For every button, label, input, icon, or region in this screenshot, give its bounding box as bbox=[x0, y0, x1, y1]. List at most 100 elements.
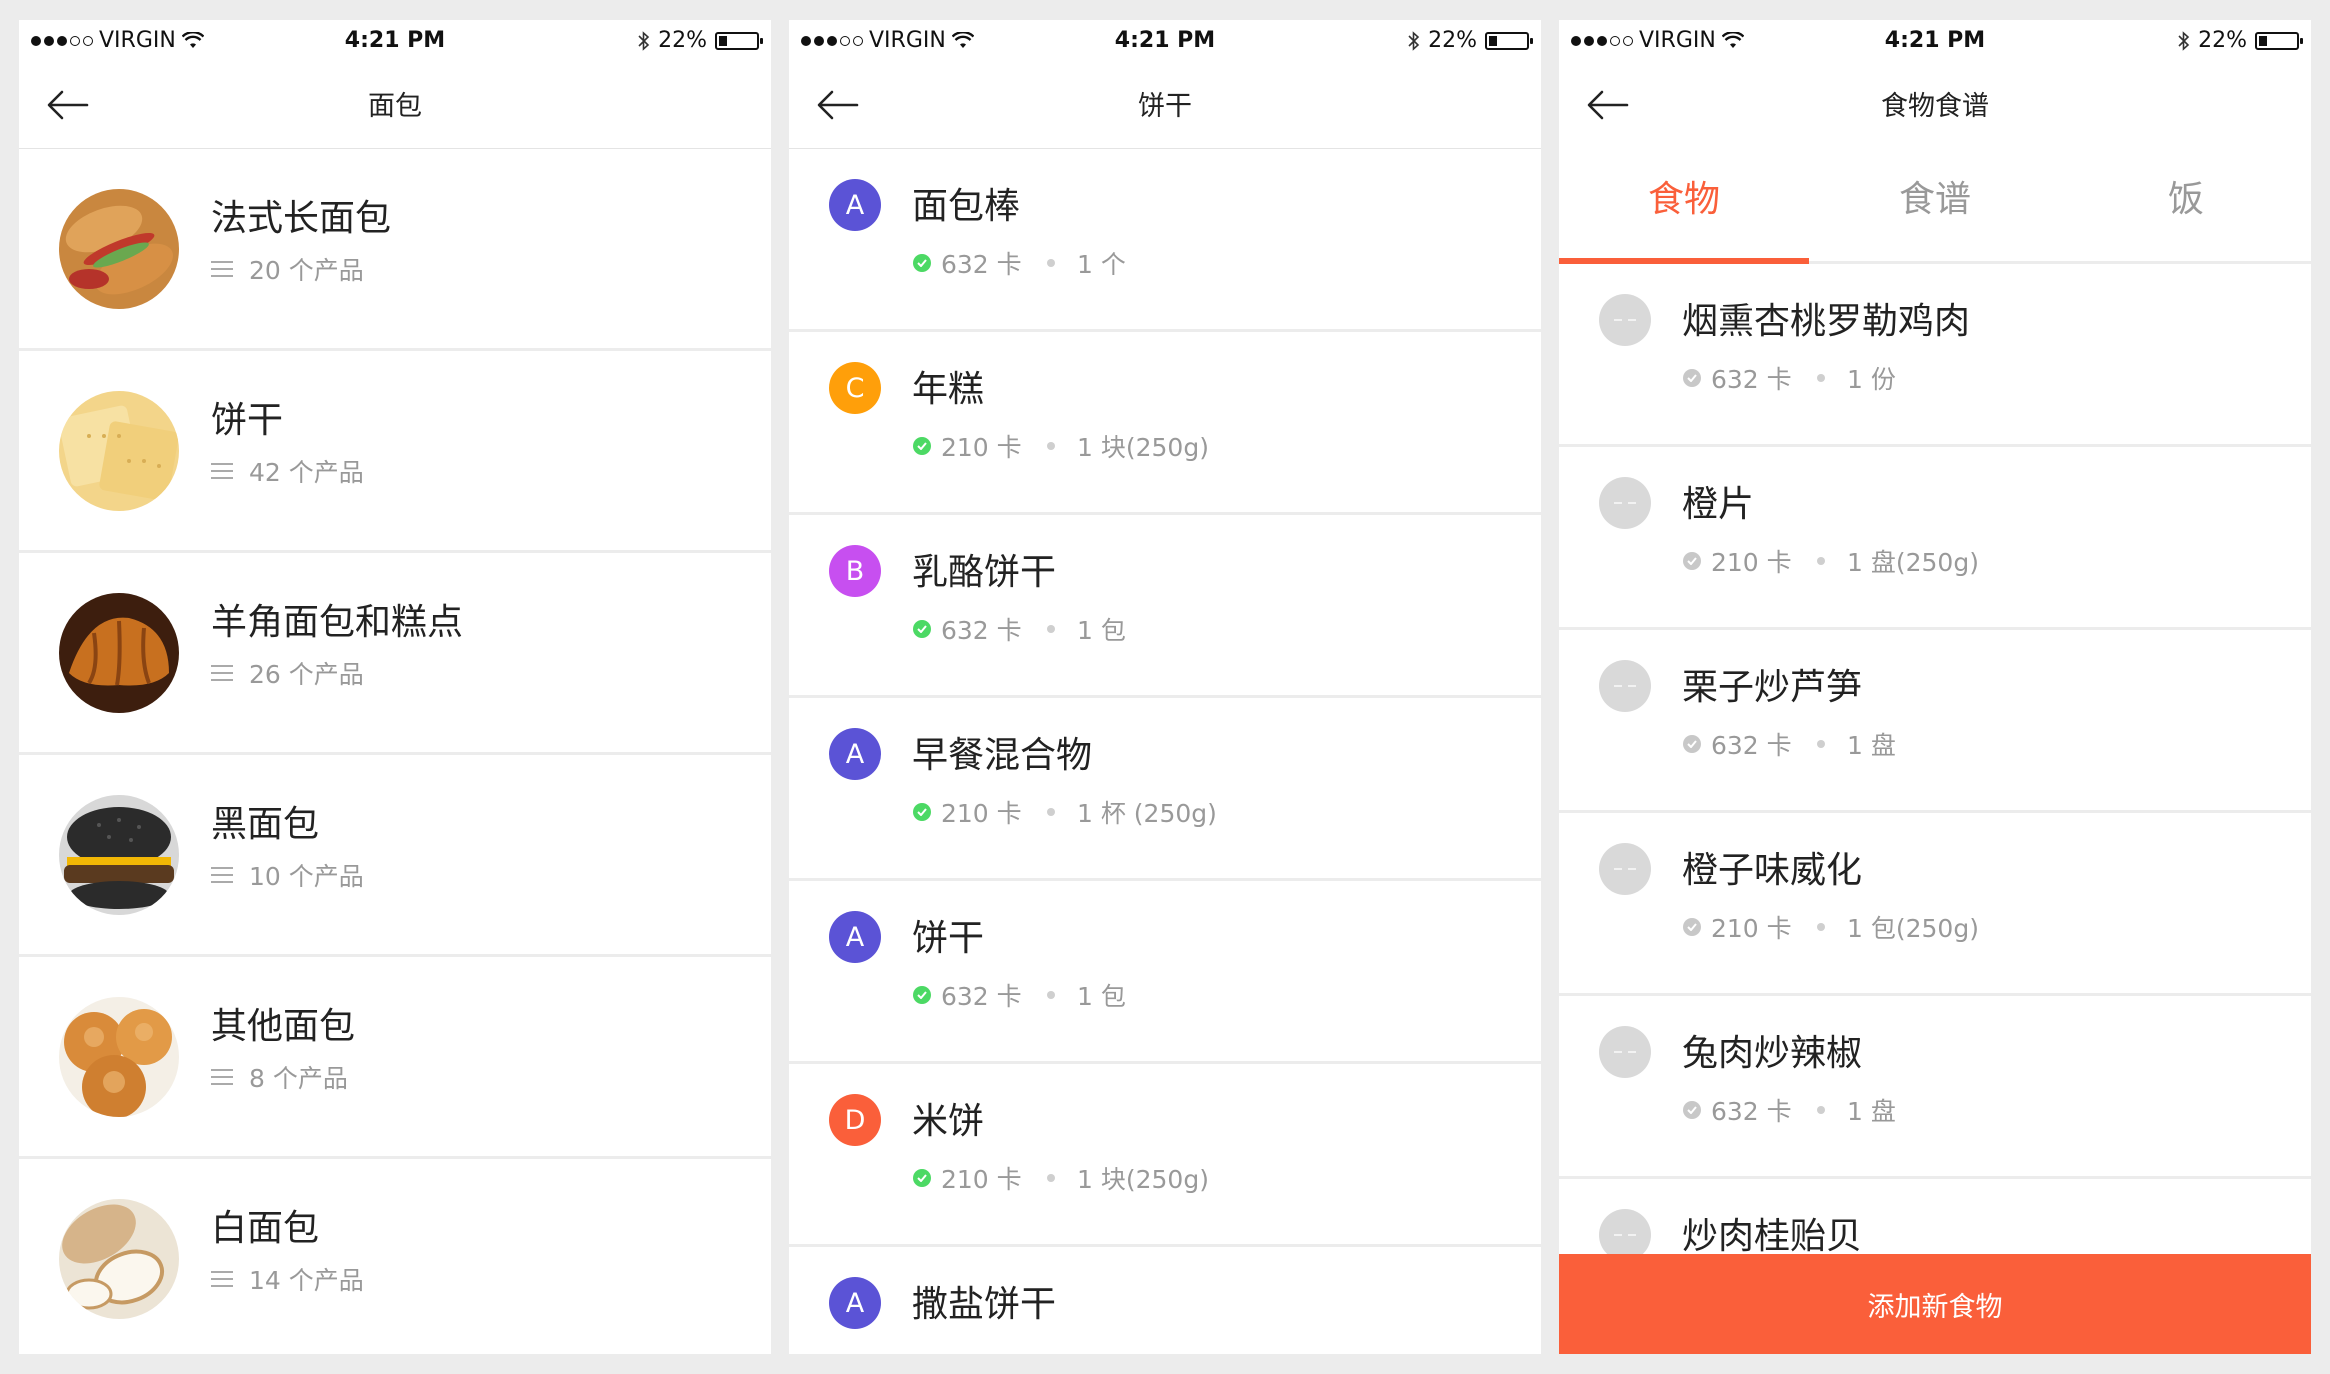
check-icon bbox=[1683, 369, 1701, 387]
list-icon bbox=[211, 1271, 233, 1287]
separator-dot bbox=[1817, 740, 1825, 748]
category-item[interactable]: 羊角面包和糕点 26 个产品 bbox=[19, 553, 771, 755]
food-item[interactable]: B 乳酪饼干 632 卡 1 包 bbox=[789, 515, 1541, 698]
status-bar: VIRGIN 4:21 PM 22% bbox=[1559, 20, 2311, 60]
round-buns-image bbox=[59, 997, 179, 1117]
nav-bar: 饼干 bbox=[789, 60, 1541, 148]
food-item[interactable]: 橙子味威化 210 卡 1 包(250g) bbox=[1559, 813, 2311, 996]
food-item[interactable]: 烟熏杏桃罗勒鸡肉 632 卡 1 份 bbox=[1559, 264, 2311, 447]
food-name: 栗子炒芦笋 bbox=[1682, 667, 1863, 708]
category-count: 10 个产品 bbox=[249, 862, 364, 891]
tab-recipe[interactable]: 食谱 bbox=[1810, 170, 2060, 222]
grade-badge: B bbox=[829, 545, 881, 597]
grade-badge: A bbox=[829, 728, 881, 780]
calories: 632 卡 bbox=[941, 982, 1022, 1011]
category-name: 其他面包 bbox=[211, 1006, 356, 1047]
black-bun-burger-image bbox=[59, 795, 179, 915]
separator-dot bbox=[1047, 259, 1055, 267]
portion: 1 杯 (250g) bbox=[1077, 799, 1217, 828]
category-list: 法式长面包 20 个产品 饼干 42 个产品 羊角面包和糕点 26 个产品 黑面… bbox=[19, 148, 771, 1354]
portion: 1 盘(250g) bbox=[1847, 548, 1979, 577]
food-item[interactable]: 栗子炒芦笋 632 卡 1 盘 bbox=[1559, 630, 2311, 813]
food-item[interactable]: D 米饼 210 卡 1 块(250g) bbox=[789, 1064, 1541, 1247]
page-title: 面包 bbox=[368, 91, 422, 122]
food-item[interactable]: A 饼干 632 卡 1 包 bbox=[789, 881, 1541, 1064]
grade-badge: D bbox=[829, 1094, 881, 1146]
separator-dot bbox=[1817, 1106, 1825, 1114]
bread-category-screen: VIRGIN 4:21 PM 22% 面包 法式长面包 20 个产品 饼干 42… bbox=[19, 20, 771, 1354]
calories: 210 卡 bbox=[941, 1165, 1022, 1194]
check-icon bbox=[1683, 552, 1701, 570]
separator-dot bbox=[1047, 1174, 1055, 1182]
portion: 1 盘 bbox=[1847, 1097, 1896, 1126]
category-item[interactable]: 饼干 42 个产品 bbox=[19, 351, 771, 553]
battery-percent: 22% bbox=[658, 28, 707, 53]
calories: 632 卡 bbox=[1711, 365, 1792, 394]
category-item[interactable]: 其他面包 8 个产品 bbox=[19, 957, 771, 1159]
category-count: 8 个产品 bbox=[249, 1064, 348, 1093]
food-name: 年糕 bbox=[912, 369, 985, 410]
portion: 1 个 bbox=[1077, 250, 1126, 279]
category-name: 黑面包 bbox=[211, 804, 320, 845]
food-item[interactable]: 兔肉炒辣椒 632 卡 1 盘 bbox=[1559, 996, 2311, 1179]
food-name: 撒盐饼干 bbox=[912, 1284, 1057, 1325]
placeholder-avatar-icon bbox=[1599, 294, 1651, 346]
battery-icon bbox=[1485, 31, 1533, 50]
calories: 632 卡 bbox=[1711, 1097, 1792, 1126]
category-item[interactable]: 白面包 14 个产品 bbox=[19, 1159, 771, 1354]
food-item[interactable]: A 撒盐饼干 bbox=[789, 1247, 1541, 1354]
portion: 1 包 bbox=[1077, 982, 1126, 1011]
croissant-image bbox=[59, 593, 179, 713]
check-icon bbox=[1683, 918, 1701, 936]
battery-percent: 22% bbox=[2198, 28, 2247, 53]
list-icon bbox=[211, 867, 233, 883]
food-item[interactable]: 橙片 210 卡 1 盘(250g) bbox=[1559, 447, 2311, 630]
food-list: 烟熏杏桃罗勒鸡肉 632 卡 1 份 橙片 210 卡 1 盘(250g) 栗子… bbox=[1559, 264, 2311, 1354]
category-item[interactable]: 法式长面包 20 个产品 bbox=[19, 149, 771, 351]
portion: 1 块(250g) bbox=[1077, 433, 1209, 462]
food-name: 米饼 bbox=[912, 1101, 985, 1142]
food-item[interactable]: A 早餐混合物 210 卡 1 杯 (250g) bbox=[789, 698, 1541, 881]
calories: 210 卡 bbox=[941, 799, 1022, 828]
tab-food[interactable]: 食物 bbox=[1559, 170, 1809, 222]
category-name: 羊角面包和糕点 bbox=[211, 602, 464, 643]
category-name: 法式长面包 bbox=[211, 198, 392, 239]
food-name: 饼干 bbox=[912, 918, 985, 959]
page-title: 食物食谱 bbox=[1881, 91, 1989, 122]
grade-badge: C bbox=[829, 362, 881, 414]
food-name: 兔肉炒辣椒 bbox=[1682, 1033, 1863, 1074]
battery-icon bbox=[715, 31, 763, 50]
separator-dot bbox=[1047, 991, 1055, 999]
placeholder-avatar-icon bbox=[1599, 843, 1651, 895]
calories: 632 卡 bbox=[1711, 731, 1792, 760]
page-title: 饼干 bbox=[1138, 91, 1192, 122]
list-icon bbox=[211, 1069, 233, 1085]
portion: 1 份 bbox=[1847, 365, 1896, 394]
separator-dot bbox=[1047, 625, 1055, 633]
check-icon bbox=[913, 437, 931, 455]
food-name: 炒肉桂贻贝 bbox=[1682, 1216, 1863, 1257]
check-icon bbox=[1683, 1101, 1701, 1119]
crackers-image bbox=[59, 391, 179, 511]
bluetooth-icon bbox=[1408, 30, 1420, 51]
portion: 1 包 bbox=[1077, 616, 1126, 645]
category-item[interactable]: 黑面包 10 个产品 bbox=[19, 755, 771, 957]
nav-bar: 食物食谱 bbox=[1559, 60, 2311, 148]
bluetooth-icon bbox=[638, 30, 650, 51]
nav-bar: 面包 bbox=[19, 60, 771, 148]
food-item[interactable]: A 面包棒 632 卡 1 个 bbox=[789, 149, 1541, 332]
tab-meal[interactable]: 饭 bbox=[2061, 170, 2311, 222]
add-new-food-button[interactable]: 添加新食物 bbox=[1559, 1254, 2311, 1354]
category-count: 14 个产品 bbox=[249, 1266, 364, 1295]
category-name: 白面包 bbox=[211, 1208, 320, 1249]
food-name: 乳酪饼干 bbox=[912, 552, 1057, 593]
check-icon bbox=[1683, 735, 1701, 753]
placeholder-avatar-icon bbox=[1599, 660, 1651, 712]
bluetooth-icon bbox=[2178, 30, 2190, 51]
separator-dot bbox=[1817, 557, 1825, 565]
check-icon bbox=[913, 620, 931, 638]
food-item[interactable]: C 年糕 210 卡 1 块(250g) bbox=[789, 332, 1541, 515]
food-name: 橙片 bbox=[1682, 484, 1755, 525]
portion: 1 包(250g) bbox=[1847, 914, 1979, 943]
battery-percent: 22% bbox=[1428, 28, 1477, 53]
